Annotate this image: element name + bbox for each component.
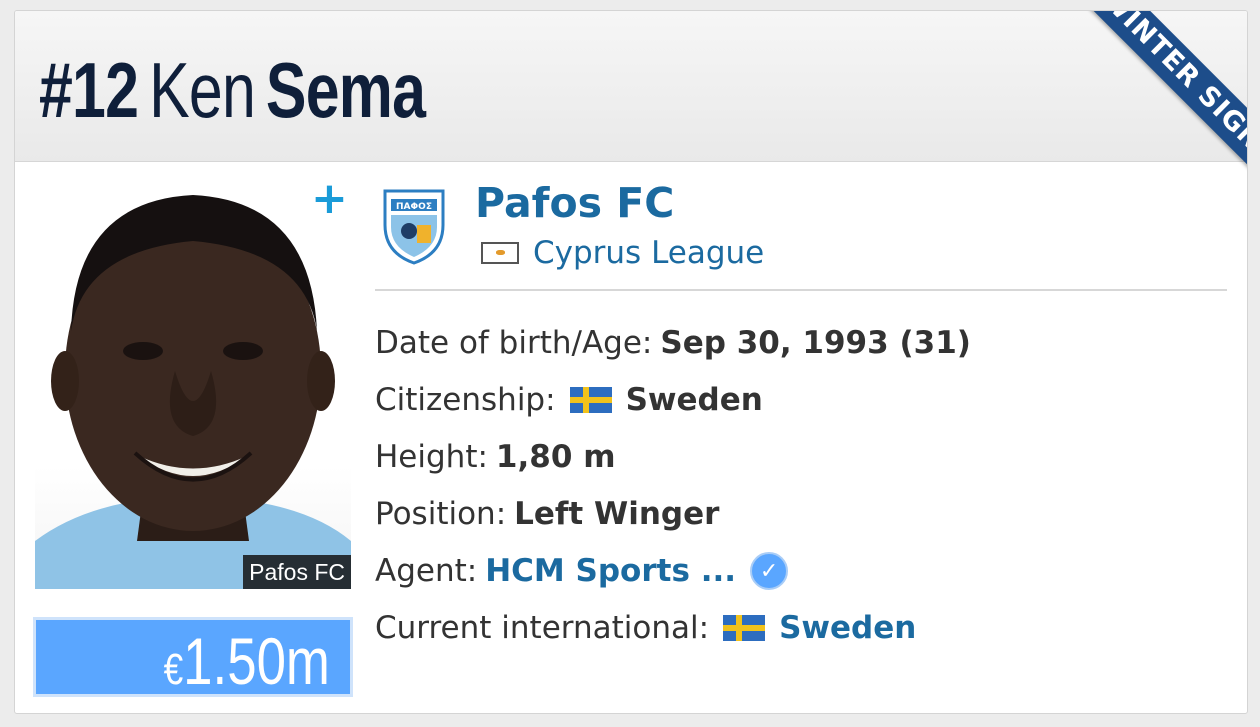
photo-club-caption: Pafos FC bbox=[243, 555, 351, 589]
citizenship-label: Citizenship: bbox=[375, 382, 556, 418]
player-header: #12 Ken Sema bbox=[15, 11, 1247, 162]
currency-symbol: € bbox=[163, 645, 184, 694]
international-row: Current international: Sweden bbox=[375, 606, 916, 650]
player-photo[interactable]: Pafos FC bbox=[35, 181, 351, 589]
position-row: Position: Left Winger bbox=[375, 492, 719, 536]
dob-value: Sep 30, 1993 (31) bbox=[660, 325, 971, 361]
sweden-flag-icon bbox=[723, 615, 766, 641]
dob-label: Date of birth/Age: bbox=[375, 325, 653, 361]
height-label: Height: bbox=[375, 439, 488, 475]
last-name: Sema bbox=[265, 46, 426, 134]
citizenship-value: Sweden bbox=[625, 382, 763, 418]
cyprus-flag-icon bbox=[481, 242, 519, 264]
add-plus-icon[interactable]: + bbox=[311, 177, 348, 221]
agent-link[interactable]: HCM Sports ... bbox=[485, 553, 736, 589]
dob-row: Date of birth/Age: Sep 30, 1993 (31) bbox=[375, 321, 971, 365]
international-team-link[interactable]: Sweden bbox=[779, 610, 916, 646]
league-link[interactable]: Cyprus League bbox=[533, 235, 764, 271]
height-value: 1,80 m bbox=[495, 439, 616, 475]
position-label: Position: bbox=[375, 496, 507, 532]
citizenship-row: Citizenship: Sweden bbox=[375, 378, 763, 422]
club-name-link[interactable]: Pafos FC bbox=[475, 177, 674, 229]
agent-row: Agent: HCM Sports ... ✓ bbox=[375, 549, 789, 593]
svg-text:ΠΑΦΟΣ: ΠΑΦΟΣ bbox=[396, 202, 432, 212]
player-portrait-image bbox=[35, 195, 351, 589]
player-card: #12KenSema WINTER SIGNING Pafo bbox=[14, 10, 1248, 714]
divider bbox=[375, 289, 1227, 291]
check-badge-icon: ✓ bbox=[750, 552, 789, 590]
market-value-box[interactable]: €1.50m bbox=[33, 617, 353, 697]
shirt-number: #12 bbox=[39, 46, 139, 134]
first-name: Ken bbox=[149, 46, 256, 134]
league-row[interactable]: Cyprus League bbox=[481, 233, 764, 273]
club-crest-icon[interactable]: ΠΑΦΟΣ bbox=[381, 185, 447, 265]
agent-label: Agent: bbox=[375, 553, 478, 589]
player-name: #12 Ken Sema bbox=[39, 45, 426, 135]
sweden-flag-icon bbox=[569, 387, 612, 413]
market-value-amount: 1.50m bbox=[183, 624, 330, 698]
position-value: Left Winger bbox=[514, 496, 720, 532]
international-label: Current international: bbox=[375, 610, 710, 646]
height-row: Height: 1,80 m bbox=[375, 435, 616, 479]
market-value: €1.50m bbox=[164, 628, 330, 703]
